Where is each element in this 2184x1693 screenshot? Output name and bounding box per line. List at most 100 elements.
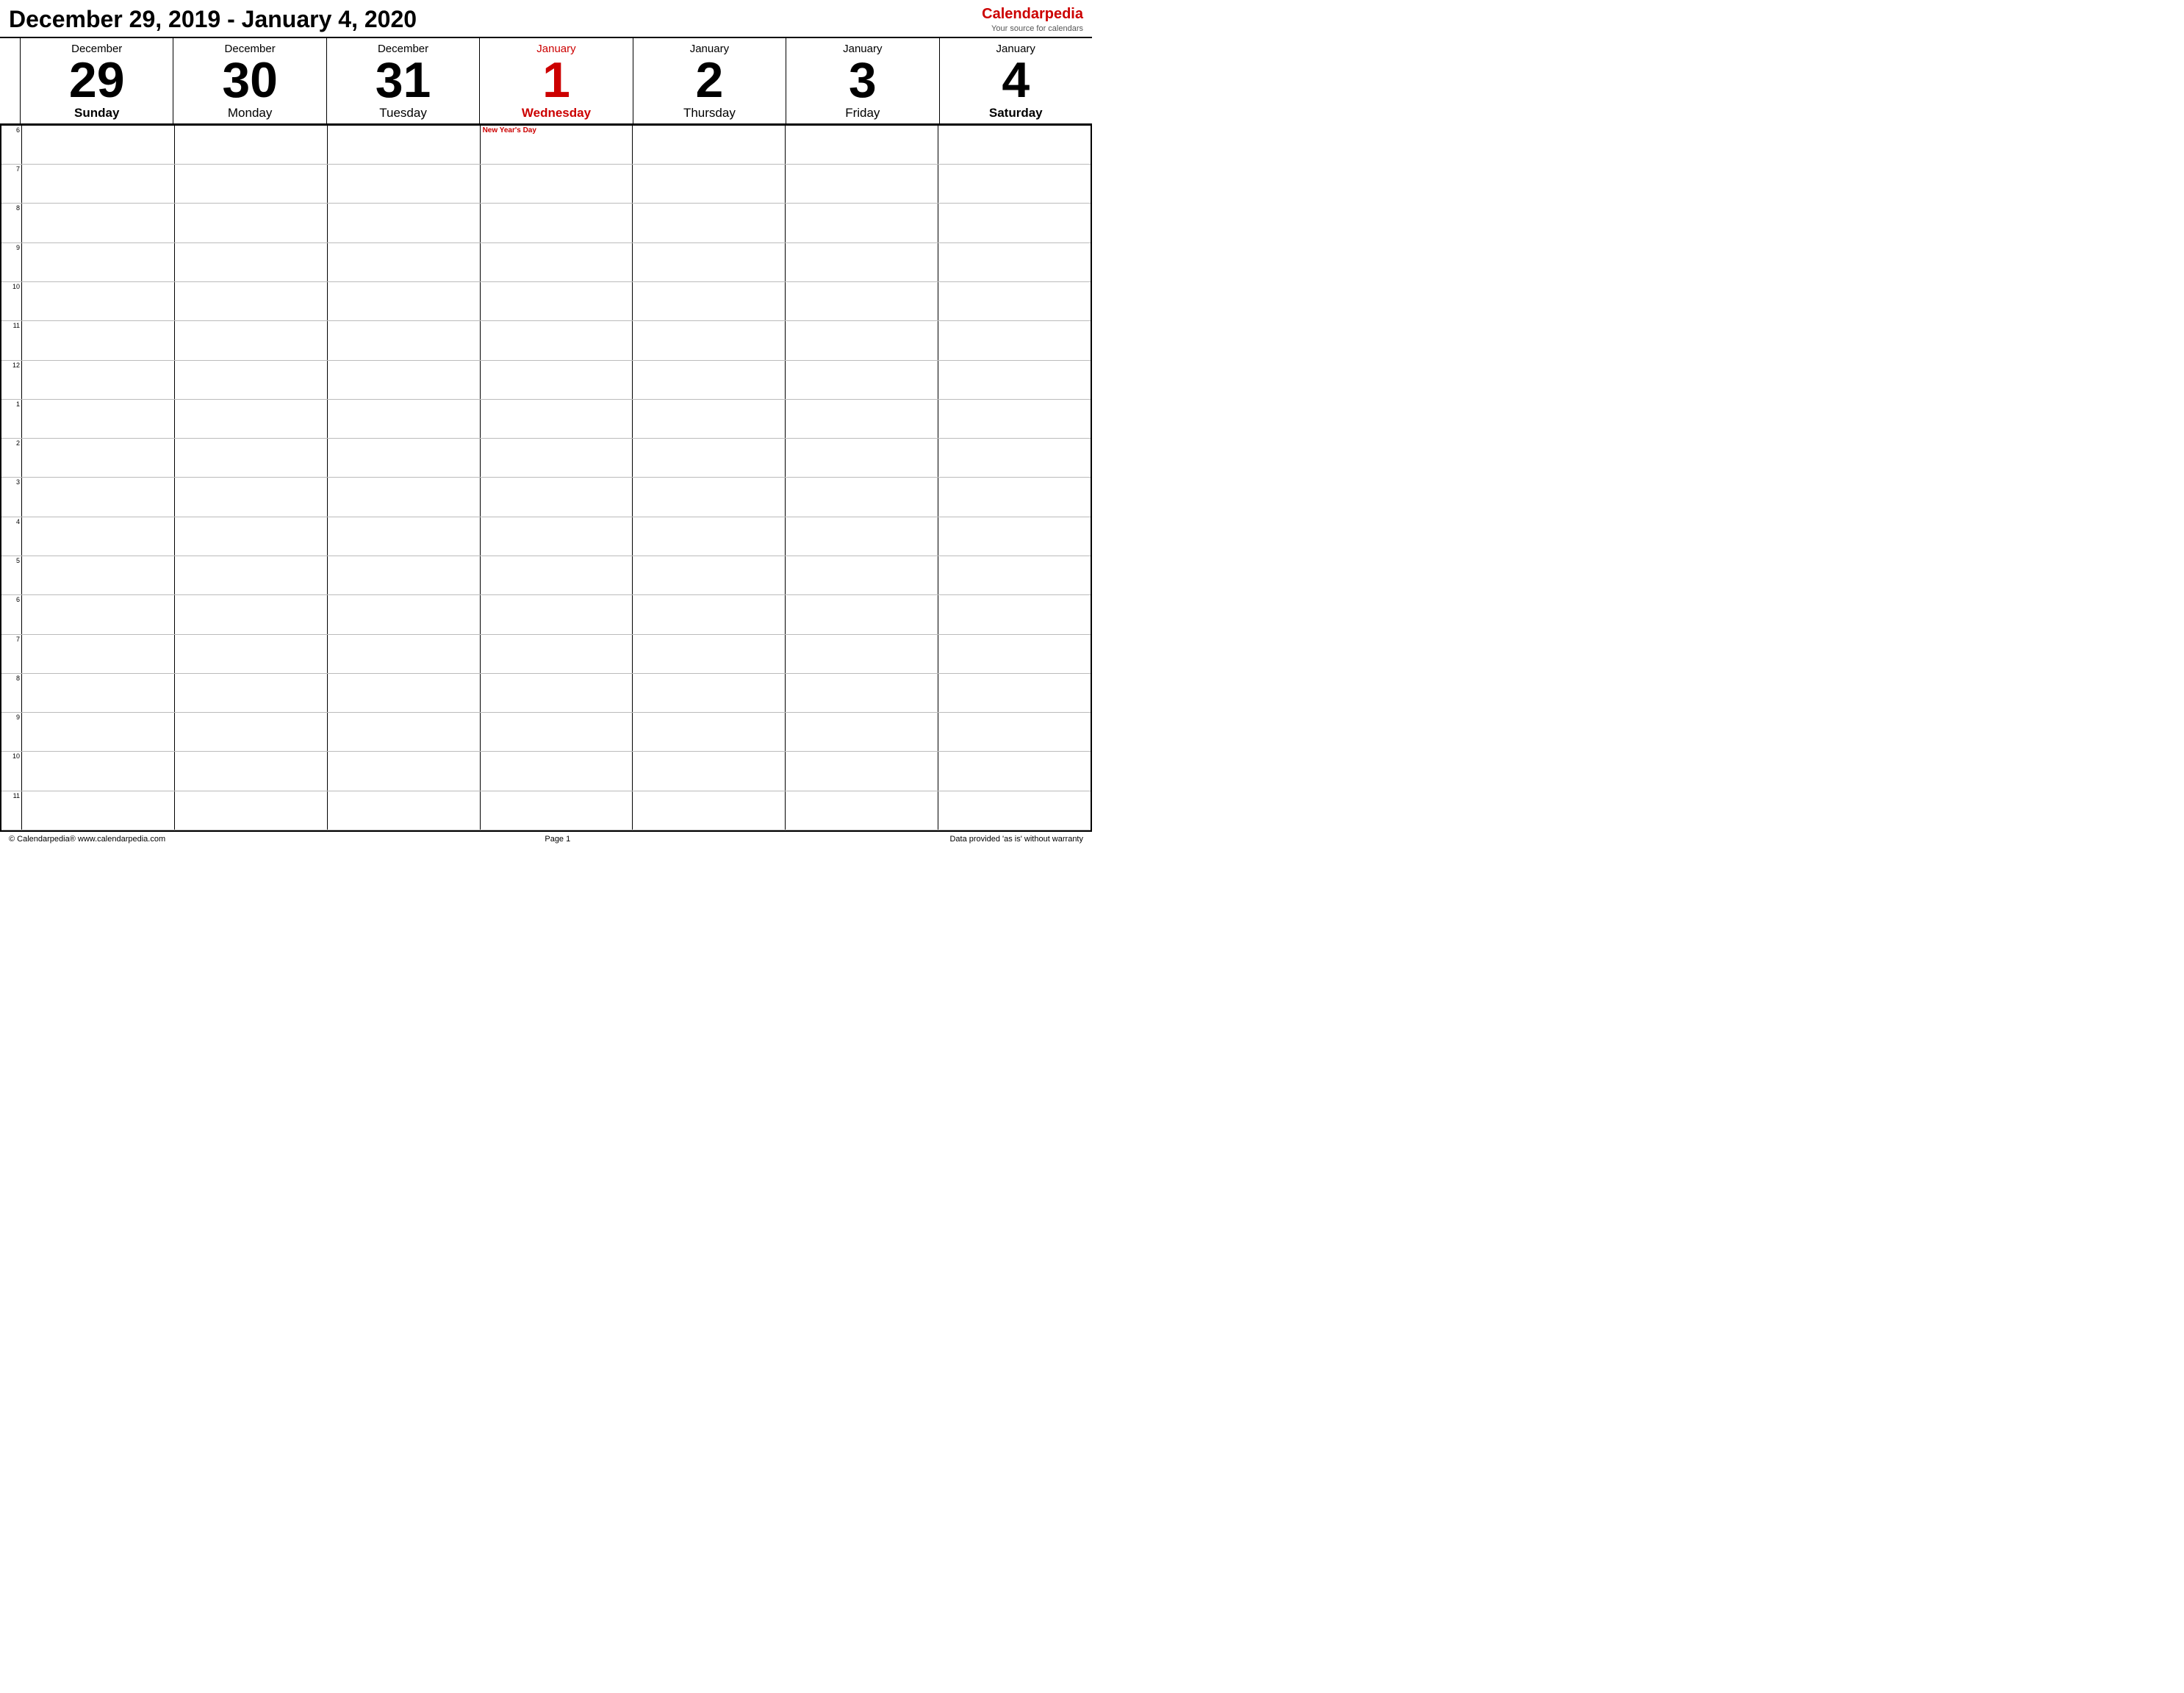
day-name-thu: Thursday	[635, 106, 784, 121]
time-row-6-0: 6New Year's Day	[1, 126, 1091, 165]
grid-cell-day5-row5	[786, 321, 938, 359]
grid-cell-day0-row8	[22, 439, 175, 477]
page-title: December 29, 2019 - January 4, 2020	[9, 6, 417, 33]
grid-cell-day5-row7	[786, 400, 938, 438]
grid-cell-day4-row9	[633, 478, 786, 516]
grid-cell-day6-row2	[938, 204, 1091, 242]
grid-cell-day0-row10	[22, 517, 175, 556]
grid-cell-day5-row9	[786, 478, 938, 516]
time-row-11-5: 11	[1, 321, 1091, 360]
grid-cell-day5-row12	[786, 595, 938, 633]
day-num-mon: 30	[175, 57, 324, 104]
grid-cell-day6-row17	[938, 791, 1091, 830]
grid-cell-day0-row15	[22, 713, 175, 751]
time-label-6: 12	[1, 361, 22, 399]
day-num-wed: 1	[481, 57, 631, 104]
grid-cell-day4-row5	[633, 321, 786, 359]
grid-cell-day6-row15	[938, 713, 1091, 751]
day-num-sat: 4	[941, 57, 1091, 104]
grid-cell-day6-row11	[938, 556, 1091, 594]
page-footer: © Calendarpedia® www.calendarpedia.com P…	[0, 830, 1092, 846]
time-row-2-8: 2	[1, 439, 1091, 478]
grid-cell-day3-row15	[481, 713, 633, 751]
grid-cell-day0-row4	[22, 282, 175, 320]
grid-cell-day6-row4	[938, 282, 1091, 320]
grid-cell-day1-row17	[175, 791, 328, 830]
grid-cell-day4-row8	[633, 439, 786, 477]
grid-cell-day3-row13	[481, 635, 633, 673]
grid-cell-day3-row14	[481, 674, 633, 712]
day-header-sun: December 29 Sunday	[21, 38, 173, 123]
day-num-thu: 2	[635, 57, 784, 104]
grid-cell-day4-row10	[633, 517, 786, 556]
day-name-sun: Sunday	[22, 106, 171, 121]
grid-cell-day3-row2	[481, 204, 633, 242]
grid-cell-day4-row13	[633, 635, 786, 673]
grid-cell-day2-row15	[328, 713, 481, 751]
grid-cell-day3-row16	[481, 752, 633, 790]
grid-cell-day6-row9	[938, 478, 1091, 516]
grid-cell-day5-row11	[786, 556, 938, 594]
time-row-6-12: 6	[1, 595, 1091, 634]
grid-cell-day5-row14	[786, 674, 938, 712]
grid-cell-day1-row3	[175, 243, 328, 281]
grid-cell-day5-row15	[786, 713, 938, 751]
grid-cell-day6-row1	[938, 165, 1091, 203]
grid-cell-day4-row16	[633, 752, 786, 790]
grid-cell-day4-row0	[633, 126, 786, 164]
grid-cell-day5-row1	[786, 165, 938, 203]
grid-cell-day5-row10	[786, 517, 938, 556]
grid-cell-day2-row10	[328, 517, 481, 556]
grid-cell-day6-row8	[938, 439, 1091, 477]
grid-cell-day6-row14	[938, 674, 1091, 712]
day-header-wed: January 1 Wednesday	[480, 38, 633, 123]
grid-cell-day4-row12	[633, 595, 786, 633]
time-row-10-16: 10	[1, 752, 1091, 791]
grid-cell-day6-row3	[938, 243, 1091, 281]
grid-cell-day0-row2	[22, 204, 175, 242]
day-name-wed: Wednesday	[481, 106, 631, 121]
day-header-fri: January 3 Friday	[786, 38, 939, 123]
day-name-mon: Monday	[175, 106, 324, 121]
day-header-sat: January 4 Saturday	[940, 38, 1092, 123]
grid-cell-day2-row11	[328, 556, 481, 594]
grid-cell-day1-row6	[175, 361, 328, 399]
grid-cell-day1-row11	[175, 556, 328, 594]
grid-cell-day3-row7	[481, 400, 633, 438]
grid-cell-day1-row9	[175, 478, 328, 516]
grid-cell-day0-row3	[22, 243, 175, 281]
time-row-5-11: 5	[1, 556, 1091, 595]
time-row-9-15: 9	[1, 713, 1091, 752]
grid-cell-day0-row1	[22, 165, 175, 203]
grid-cell-day5-row17	[786, 791, 938, 830]
grid-cell-day2-row14	[328, 674, 481, 712]
page: December 29, 2019 - January 4, 2020 Cale…	[0, 0, 1092, 846]
grid-cell-day6-row12	[938, 595, 1091, 633]
grid-cell-day0-row13	[22, 635, 175, 673]
grid-cell-day6-row6	[938, 361, 1091, 399]
time-label-4: 10	[1, 282, 22, 320]
time-label-13: 7	[1, 635, 22, 673]
grid-cell-day5-row2	[786, 204, 938, 242]
time-row-8-14: 8	[1, 674, 1091, 713]
grid-cell-day0-row17	[22, 791, 175, 830]
header-spacer	[0, 38, 21, 123]
day-name-fri: Friday	[788, 106, 937, 121]
day-header-mon: December 30 Monday	[173, 38, 326, 123]
grid-cell-day2-row17	[328, 791, 481, 830]
grid-cell-day6-row0	[938, 126, 1091, 164]
page-header: December 29, 2019 - January 4, 2020 Cale…	[0, 0, 1092, 38]
time-label-3: 9	[1, 243, 22, 281]
grid-cell-day6-row7	[938, 400, 1091, 438]
day-num-sun: 29	[22, 57, 171, 104]
grid-cell-day2-row6	[328, 361, 481, 399]
grid-cell-day4-row2	[633, 204, 786, 242]
grid-cell-day0-row11	[22, 556, 175, 594]
time-label-8: 2	[1, 439, 22, 477]
brand-tagline: Your source for calendars	[982, 24, 1083, 34]
grid-cell-day2-row5	[328, 321, 481, 359]
grid-cell-day1-row2	[175, 204, 328, 242]
grid-cell-day4-row15	[633, 713, 786, 751]
grid-cell-day3-row10	[481, 517, 633, 556]
day-num-fri: 3	[788, 57, 937, 104]
